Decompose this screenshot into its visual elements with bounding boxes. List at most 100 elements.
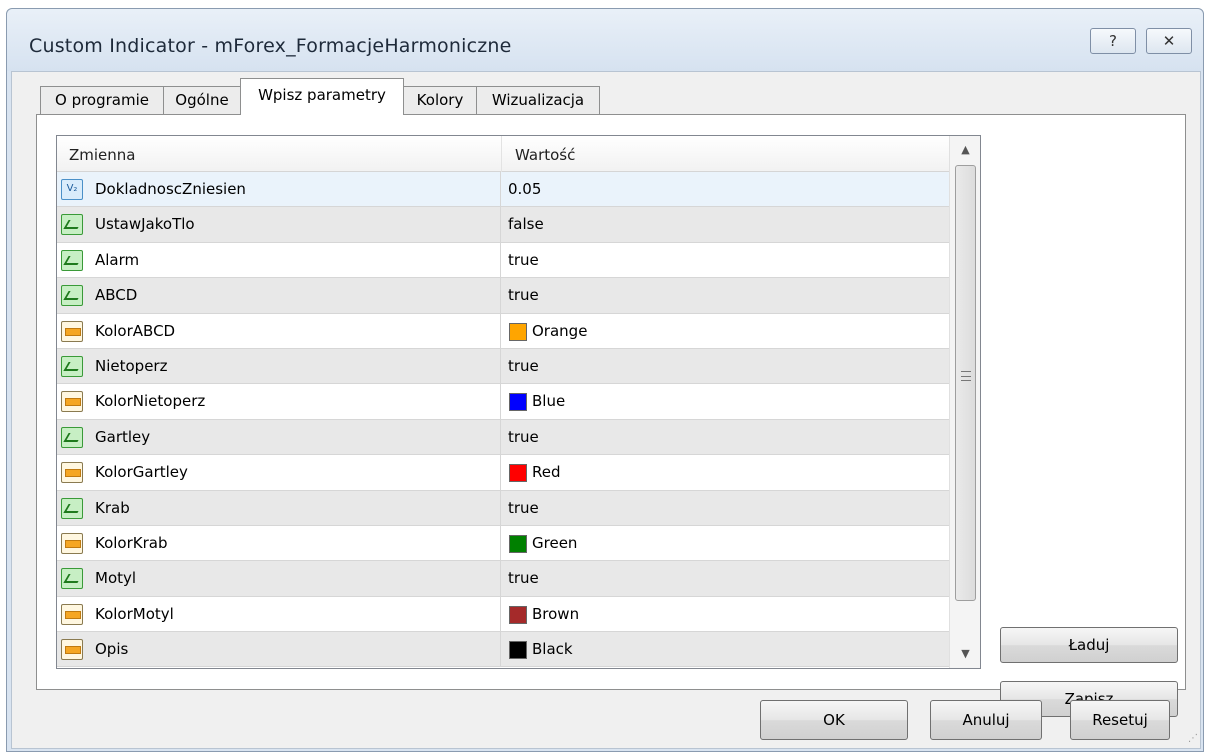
table-row[interactable]: KolorGartley Red (57, 455, 949, 491)
variable-value: true (508, 427, 539, 446)
table-row[interactable]: KolorABCD Orange (57, 313, 949, 349)
dialog-body: O programie Ogólne Wpisz parametry Kolor… (11, 71, 1201, 749)
tab-kolory[interactable]: Kolory (403, 86, 477, 114)
column-header-value[interactable]: Wartość (515, 136, 575, 172)
variable-value: false (508, 215, 544, 234)
help-button[interactable]: ? (1090, 28, 1136, 54)
variable-cell[interactable]: KolorKrab (57, 525, 501, 561)
variable-value: true (508, 498, 539, 517)
reset-button[interactable]: Resetuj (1070, 700, 1170, 740)
variable-name: Alarm (95, 250, 140, 269)
window-title: Custom Indicator - mForex_FormacjeHarmon… (29, 35, 512, 57)
variable-value: Blue (532, 392, 566, 411)
column-header-variable[interactable]: Zmienna (69, 136, 136, 172)
value-cell[interactable]: Orange (502, 314, 949, 348)
table-row[interactable]: KolorMotyl Brown (57, 596, 949, 633)
color-type-icon (61, 639, 83, 661)
color-swatch (509, 464, 527, 483)
color-swatch (509, 322, 527, 341)
variable-value: true (508, 569, 539, 588)
value-cell[interactable]: Green (502, 526, 949, 560)
tab-wpisz-parametry[interactable]: Wpisz parametry (240, 78, 404, 115)
parameters-panel: Zmienna Wartość V₂ DokladnoscZniesien 0.05… (36, 114, 1186, 717)
variable-value: true (508, 356, 539, 375)
variable-cell[interactable]: Nietoperz (57, 348, 501, 384)
color-swatch (509, 605, 527, 624)
variable-value: true (508, 286, 539, 305)
value-cell[interactable]: true (502, 243, 949, 277)
value-cell[interactable]: true (502, 349, 949, 383)
title-bar[interactable]: Custom Indicator - mForex_FormacjeHarmon… (7, 9, 1203, 71)
value-cell[interactable]: false (502, 207, 949, 241)
variable-value: Black (532, 640, 573, 659)
variable-name: Nietoperz (95, 356, 168, 375)
bool-type-icon (61, 355, 83, 377)
value-cell[interactable]: true (502, 420, 949, 454)
table-row[interactable]: Alarm true (57, 242, 949, 279)
variable-name: KolorGartley (95, 463, 188, 482)
variable-cell[interactable]: KolorABCD (57, 313, 501, 348)
variable-name: UstawJakoTlo (95, 215, 195, 234)
variable-cell[interactable]: V₂ DokladnoscZniesien (57, 172, 501, 207)
bool-type-icon (61, 285, 83, 307)
color-type-icon (61, 532, 83, 554)
variable-cell[interactable]: Gartley (57, 419, 501, 455)
ok-button[interactable]: OK (760, 700, 908, 740)
bool-type-icon (61, 249, 83, 271)
value-cell[interactable]: Brown (502, 597, 949, 631)
table-row[interactable]: KolorKrab Green (57, 525, 949, 562)
color-swatch (509, 641, 527, 660)
value-cell[interactable]: true (502, 561, 949, 595)
value-cell[interactable]: true (502, 278, 949, 312)
variable-cell[interactable]: Alarm (57, 242, 501, 278)
color-type-icon (61, 603, 83, 625)
bool-type-icon (61, 426, 83, 448)
table-row[interactable]: V₂ DokladnoscZniesien 0.05 (57, 172, 949, 208)
column-divider[interactable] (501, 136, 502, 172)
grid-header: Zmienna Wartość (57, 136, 949, 172)
resize-grip-icon[interactable]: ⋰ (1184, 732, 1198, 746)
color-type-icon (61, 391, 83, 413)
variable-name: KolorKrab (95, 533, 168, 552)
scroll-grip-icon (961, 371, 971, 381)
variable-cell[interactable]: ABCD (57, 278, 501, 313)
variable-cell[interactable]: Opis (57, 632, 501, 667)
variable-name: DokladnoscZniesien (95, 180, 246, 198)
tab-ogolne[interactable]: Ogólne (163, 86, 241, 114)
variable-cell[interactable]: UstawJakoTlo (57, 207, 501, 242)
close-button[interactable]: ✕ (1146, 28, 1192, 54)
variable-cell[interactable]: Motyl (57, 561, 501, 596)
color-type-icon (61, 320, 83, 342)
variable-value: Orange (532, 321, 588, 340)
variable-cell[interactable]: KolorGartley (57, 455, 501, 490)
table-row[interactable]: Opis Black (57, 632, 949, 668)
value-cell[interactable]: Red (502, 455, 949, 489)
value-cell[interactable]: Black (502, 632, 949, 666)
variable-name: ABCD (95, 286, 138, 305)
value-cell[interactable]: true (502, 491, 949, 525)
table-row[interactable]: ABCD true (57, 278, 949, 314)
variable-cell[interactable]: KolorNietoperz (57, 384, 501, 419)
scroll-down-arrow-icon[interactable]: ▼ (950, 640, 980, 668)
vertical-scrollbar[interactable]: ▲ ▼ (949, 136, 980, 668)
scroll-up-arrow-icon[interactable]: ▲ (950, 136, 980, 164)
table-row[interactable]: Nietoperz true (57, 348, 949, 385)
table-row[interactable]: UstawJakoTlo false (57, 207, 949, 243)
tab-o-programie[interactable]: O programie (40, 86, 164, 114)
variable-value: Red (532, 463, 561, 482)
variable-cell[interactable]: Krab (57, 490, 501, 525)
bool-type-icon (61, 568, 83, 590)
cancel-button[interactable]: Anuluj (930, 700, 1042, 740)
load-button[interactable]: Ładuj (1000, 627, 1178, 663)
table-row[interactable]: KolorNietoperz Blue (57, 384, 949, 420)
variable-name: KolorABCD (95, 321, 176, 340)
variable-cell[interactable]: KolorMotyl (57, 596, 501, 632)
value-cell[interactable]: 0.05 (502, 172, 949, 206)
table-row[interactable]: Krab true (57, 490, 949, 526)
scroll-thumb[interactable] (955, 165, 976, 601)
table-row[interactable]: Motyl true (57, 561, 949, 597)
table-row[interactable]: Gartley true (57, 419, 949, 456)
tab-wizualizacja[interactable]: Wizualizacja (476, 86, 600, 114)
parameters-grid: Zmienna Wartość V₂ DokladnoscZniesien 0.05… (56, 135, 981, 669)
value-cell[interactable]: Blue (502, 384, 949, 418)
